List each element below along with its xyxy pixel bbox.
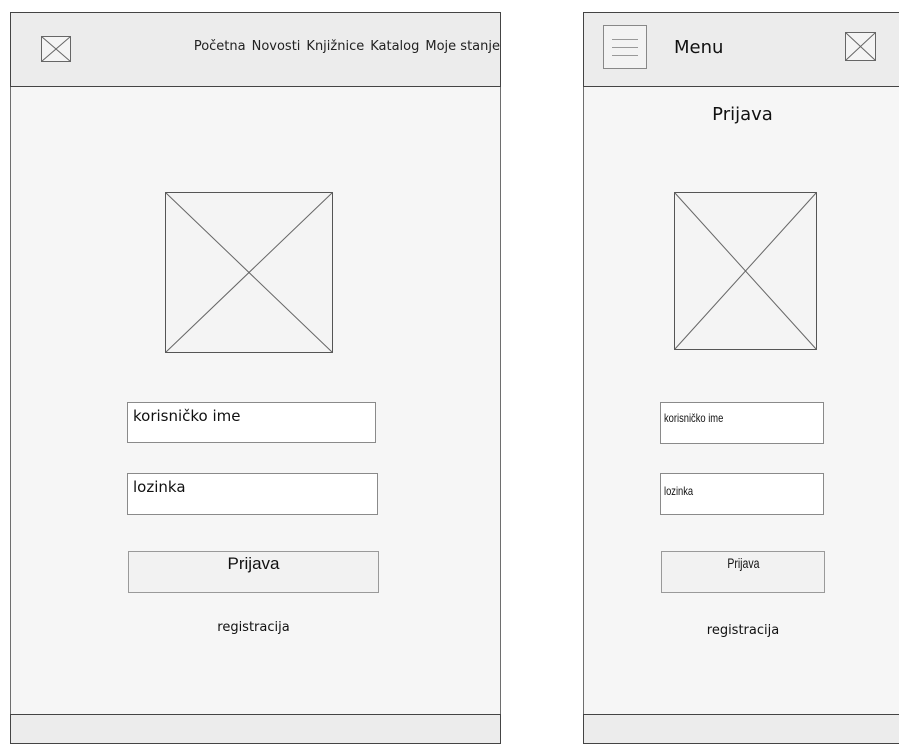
image-placeholder-icon: [674, 192, 817, 350]
password-input[interactable]: lozinka: [660, 473, 824, 515]
username-placeholder: korisničko ime: [664, 411, 724, 425]
login-button-label: Prijava: [726, 555, 760, 571]
desktop-header: Početna Novosti Knjižnice Katalog Moje s…: [10, 12, 501, 87]
nav-item-knjiznice[interactable]: Knjižnice: [306, 39, 364, 54]
hamburger-menu-icon[interactable]: [603, 25, 647, 69]
main-navigation: Početna Novosti Knjižnice Katalog Moje s…: [194, 39, 500, 54]
password-placeholder: lozinka: [664, 484, 694, 498]
nav-item-moje-stanje[interactable]: Moje stanje: [425, 39, 500, 54]
login-button[interactable]: Prijava: [661, 551, 825, 593]
logo-placeholder-icon[interactable]: [845, 32, 876, 61]
nav-item-katalog[interactable]: Katalog: [370, 39, 419, 54]
mobile-header: Menu: [583, 12, 899, 87]
username-input[interactable]: korisničko ime: [127, 402, 376, 443]
password-input[interactable]: lozinka: [127, 473, 378, 515]
register-link[interactable]: registracija: [128, 620, 379, 635]
nav-item-pocetna[interactable]: Početna: [194, 39, 246, 54]
nav-item-novosti[interactable]: Novosti: [252, 39, 301, 54]
logo-placeholder-icon[interactable]: [41, 36, 71, 62]
mobile-login-wireframe: Menu Prijava korisničko ime lozinka Prij…: [583, 12, 899, 744]
register-link[interactable]: registracija: [661, 623, 825, 638]
desktop-login-wireframe: Početna Novosti Knjižnice Katalog Moje s…: [10, 12, 501, 744]
page-title: Prijava: [712, 104, 773, 125]
login-button[interactable]: Prijava: [128, 551, 379, 593]
username-input[interactable]: korisničko ime: [660, 402, 824, 444]
menu-label: Menu: [674, 37, 724, 58]
image-placeholder-icon: [165, 192, 333, 353]
